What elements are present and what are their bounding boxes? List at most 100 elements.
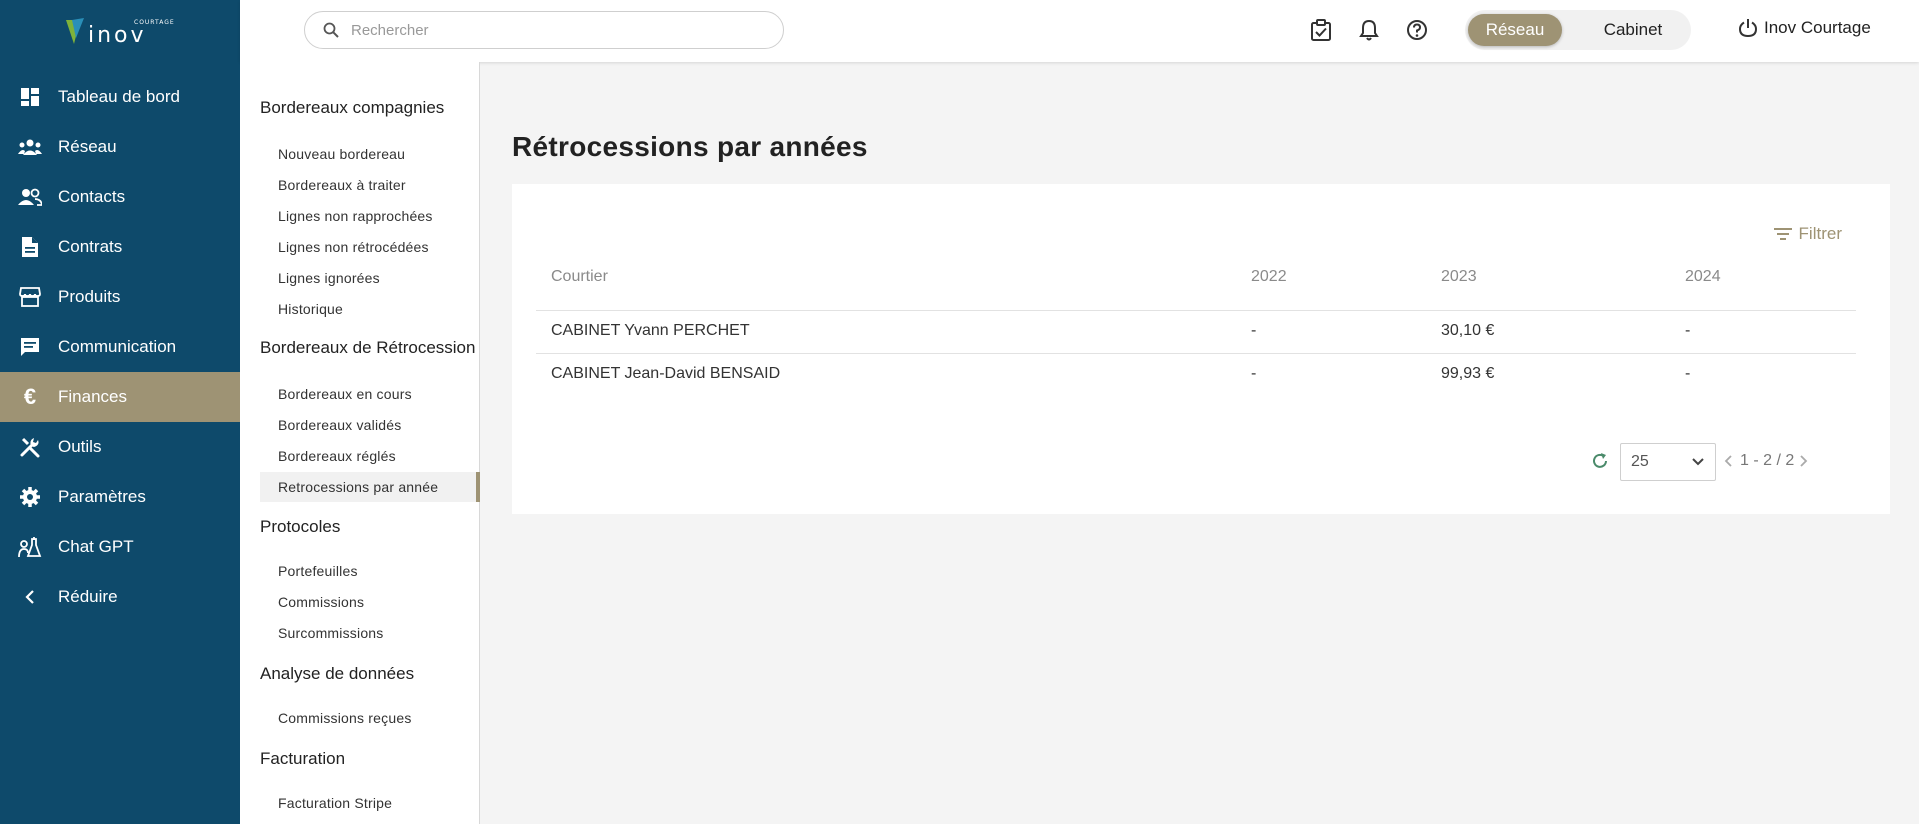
next-page-icon[interactable] [1798,453,1808,469]
task-checklist-icon[interactable] [1308,17,1334,43]
submenu-link-facturation-stripe[interactable]: Facturation Stripe [260,788,480,818]
column-header-courtier[interactable]: Courtier [551,268,608,286]
cell-2024: - [1685,365,1691,382]
submenu-section-title: Bordereaux de Rétrocession [260,338,476,357]
sidebar-item-label: Réseau [58,137,117,156]
sidebar-item-communication[interactable]: Communication [0,322,240,372]
refresh-icon[interactable] [1590,451,1610,471]
bell-icon[interactable] [1356,17,1382,43]
cell-2024: - [1685,322,1691,339]
sidebar-item-contacts[interactable]: Contacts [0,172,240,222]
tools-icon [18,435,42,459]
search-icon [323,22,339,38]
sidebar-nav: Tableau de bord Réseau Contacts Contrats… [0,72,240,622]
sidebar-item-reduire[interactable]: Réduire [0,572,240,622]
document-icon [18,235,42,259]
contacts-icon [18,185,42,209]
sidebar-item-produits[interactable]: Produits [0,272,240,322]
logo-icon: inov COURTAGE [66,18,175,48]
submenu-section-title: Analyse de données [260,664,415,683]
network-icon [18,135,42,159]
euro-icon: € [23,384,37,409]
submenu-link-commissions[interactable]: Commissions [260,587,480,617]
column-header-2024[interactable]: 2024 [1685,268,1721,286]
cell-courtier[interactable]: CABINET Yvann PERCHET [551,322,750,340]
search-box[interactable] [304,11,784,49]
sidebar-item-contrats[interactable]: Contrats [0,222,240,272]
submenu-link-surcommissions[interactable]: Surcommissions [260,618,480,648]
submenu-link-bordereaux-en-cours[interactable]: Bordereaux en cours [260,379,480,409]
help-icon[interactable] [1404,17,1430,43]
cell-2022: - [1251,365,1257,382]
sidebar-item-label: Contacts [58,187,126,206]
svg-text:inov: inov [88,23,147,48]
cell-2022: - [1251,322,1257,339]
sidebar-item-label: Paramètres [58,487,146,506]
submenu-link-lignes-non-rapprochees[interactable]: Lignes non rapprochées [260,201,480,231]
column-header-2022[interactable]: 2022 [1251,268,1287,286]
cell-2023: 30,10 € [1441,322,1495,339]
search-input[interactable] [351,21,751,39]
submenu-link-bordereaux-regles[interactable]: Bordereaux réglés [260,441,480,471]
chevron-left-icon [18,585,42,609]
svg-text:COURTAGE: COURTAGE [134,19,175,26]
sidebar-item-label: Finances [58,387,127,406]
submenu-link-retrocessions-par-annee[interactable]: Retrocessions par année [260,472,480,502]
prev-page-icon[interactable] [1724,453,1734,469]
submenu-link-nouveau-bordereau[interactable]: Nouveau bordereau [260,139,480,169]
main-sidebar: inov COURTAGE Tableau de bord Réseau Con… [0,0,240,824]
context-toggle: Réseau Cabinet [1465,10,1691,50]
inov-courtage-logo[interactable]: inov COURTAGE [0,0,240,62]
submenu-link-commissions-recues[interactable]: Commissions reçues [260,703,480,733]
logout-user-button[interactable]: Inov Courtage [1738,18,1871,38]
submenu-section-title: Bordereaux compagnies [260,98,445,117]
sidebar-item-label: Contrats [58,237,123,256]
submenu-section-title: Protocoles [260,517,341,536]
submenu-link-lignes-ignorees[interactable]: Lignes ignorées [260,263,480,293]
retrocessions-card: Filtrer Courtier 2022 2023 2024 CABINET … [512,184,1890,514]
page-size-value: 25 [1631,453,1649,470]
header-divider [536,310,1856,311]
filter-label: Filtrer [1798,224,1842,243]
sidebar-item-label: Produits [58,287,121,306]
submenu-section-title: Facturation [260,749,346,768]
sidebar-item-reseau[interactable]: Réseau [0,122,240,172]
store-icon [18,285,42,309]
sidebar-item-outils[interactable]: Outils [0,422,240,472]
submenu-link-bordereaux-a-traiter[interactable]: Bordereaux à traiter [260,170,480,200]
sidebar-item-tableau-de-bord[interactable]: Tableau de bord [0,72,240,122]
dashboard-icon [18,85,42,109]
submenu-link-portefeuilles[interactable]: Portefeuilles [260,556,480,586]
top-bar: Réseau Cabinet Inov Courtage [240,0,1919,62]
toggle-reseau[interactable]: Réseau [1468,14,1562,46]
sidebar-item-label: Tableau de bord [58,87,180,106]
power-icon [1738,18,1758,38]
sidebar-item-label: Réduire [58,587,118,606]
toggle-cabinet[interactable]: Cabinet [1583,14,1683,46]
filter-icon [1773,227,1793,241]
page-title: Rétrocessions par années [512,131,868,162]
sidebar-item-parametres[interactable]: Paramètres [0,472,240,522]
sidebar-item-chat-gpt[interactable]: Chat GPT [0,522,240,572]
message-icon [18,335,42,359]
filter-button[interactable]: Filtrer [1773,224,1842,244]
pagination-bar: 25 1 - 2 / 2 [512,443,1890,481]
pagination-range: 1 - 2 / 2 [1740,452,1795,469]
sidebar-item-finances[interactable]: € Finances [0,372,240,422]
gear-icon [18,485,42,509]
cell-courtier[interactable]: CABINET Jean-David BENSAID [551,365,780,383]
submenu-link-bordereaux-valides[interactable]: Bordereaux validés [260,410,480,440]
submenu-link-lignes-non-retrocedees[interactable]: Lignes non rétrocédées [260,232,480,262]
science-icon [18,535,42,559]
sidebar-item-label: Outils [58,437,102,456]
submenu-link-historique[interactable]: Historique [260,294,480,324]
sidebar-item-label: Chat GPT [58,537,134,556]
finances-submenu: Bordereaux compagnies Nouveau bordereau … [240,62,480,824]
page-size-select[interactable]: 25 [1620,443,1716,481]
chevron-down-icon [1691,455,1705,469]
user-name: Inov Courtage [1764,18,1871,37]
column-header-2023[interactable]: 2023 [1441,268,1477,286]
cell-2023: 99,93 € [1441,365,1495,382]
row-divider [536,353,1856,354]
sidebar-item-label: Communication [58,337,177,356]
